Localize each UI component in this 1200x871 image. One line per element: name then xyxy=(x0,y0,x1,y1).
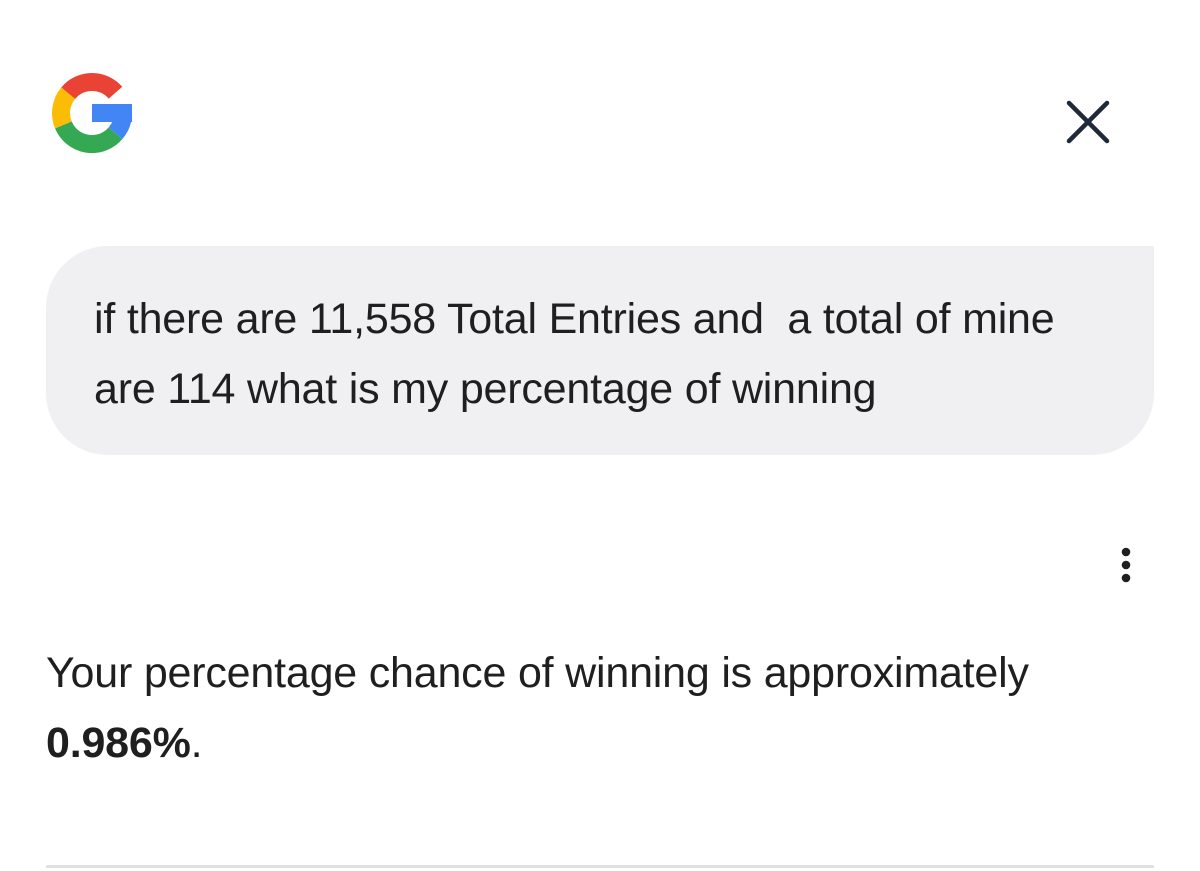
user-query-text: if there are 11,558 Total Entries and a … xyxy=(94,295,1067,413)
ai-answer-text: Your percentage chance of winning is app… xyxy=(46,638,1166,778)
close-icon xyxy=(1066,100,1110,144)
answer-highlight-value: 0.986% xyxy=(46,719,191,767)
divider xyxy=(46,865,1154,868)
more-options-button[interactable] xyxy=(1104,544,1148,588)
user-query-bubble: if there are 11,558 Total Entries and a … xyxy=(46,246,1154,455)
google-logo-icon xyxy=(45,66,139,160)
answer-prefix: Your percentage chance of winning is app… xyxy=(46,649,1029,697)
more-vert-icon xyxy=(1121,547,1131,583)
answer-suffix: . xyxy=(190,719,203,767)
close-button[interactable] xyxy=(1060,94,1116,150)
ai-answer-page: if there are 11,558 Total Entries and a … xyxy=(0,0,1200,871)
